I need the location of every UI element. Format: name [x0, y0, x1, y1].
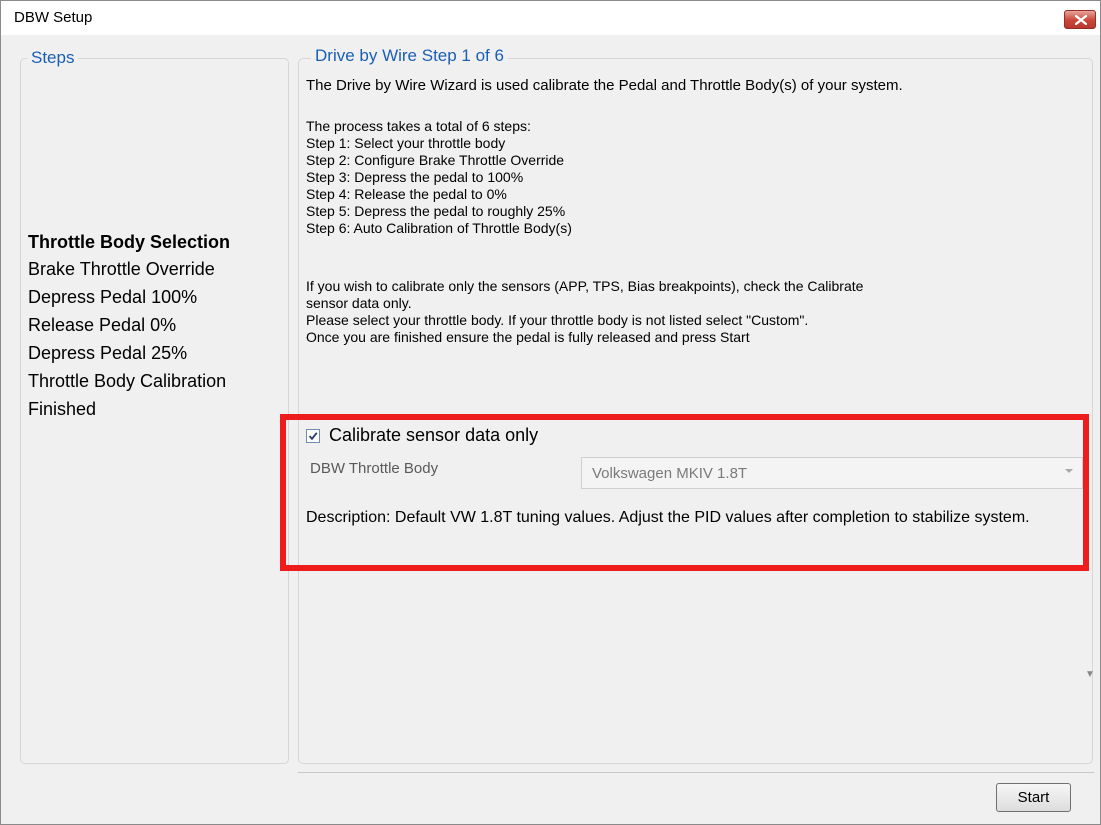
step-item-depress-pedal-100: Depress Pedal 100% — [28, 287, 198, 307]
title-bar: DBW Setup — [1, 1, 1100, 35]
red-highlight-box — [280, 414, 1089, 571]
finish-note: Once you are finished ensure the pedal i… — [306, 329, 750, 345]
close-icon — [1075, 15, 1087, 25]
step-item-release-pedal-0: Release Pedal 0% — [28, 315, 177, 335]
step-item-finished: Finished — [28, 399, 97, 419]
calibrate-note: If you wish to calibrate only the sensor… — [306, 278, 864, 294]
step-item-brake-throttle-override: Brake Throttle Override — [28, 259, 215, 279]
scroll-down-arrow-icon[interactable]: ▼ — [1085, 669, 1095, 680]
wizard-intro: The Drive by Wire Wizard is used calibra… — [306, 77, 903, 94]
process-step-line: Step 1: Select your throttle body — [306, 135, 506, 151]
start-button[interactable]: Start — [996, 783, 1071, 812]
steps-group-title: Steps — [27, 48, 79, 68]
process-step-line: Step 5: Depress the pedal to roughly 25% — [306, 203, 566, 219]
process-step-line: Step 2: Configure Brake Throttle Overrid… — [306, 152, 565, 168]
wizard-step-title: Drive by Wire Step 1 of 6 — [311, 46, 508, 66]
step-item-throttle-body-selection: Throttle Body Selection — [28, 232, 231, 252]
step-item-depress-pedal-25: Depress Pedal 25% — [28, 343, 188, 363]
process-step-line: Step 3: Depress the pedal to 100% — [306, 169, 524, 185]
footer-divider — [298, 772, 1094, 773]
close-button[interactable] — [1064, 10, 1096, 29]
window-title: DBW Setup — [14, 9, 93, 26]
process-step-line: Step 6: Auto Calibration of Throttle Bod… — [306, 220, 572, 236]
select-throttle-note: Please select your throttle body. If you… — [306, 312, 809, 328]
calibrate-note-continued: sensor data only. — [306, 295, 412, 311]
process-step-line: Step 4: Release the pedal to 0% — [306, 186, 507, 202]
step-item-throttle-body-calibration: Throttle Body Calibration — [28, 371, 227, 391]
process-heading: The process takes a total of 6 steps: — [306, 118, 531, 134]
dbw-setup-window: DBW Setup Steps Throttle Body Selection … — [0, 0, 1101, 825]
